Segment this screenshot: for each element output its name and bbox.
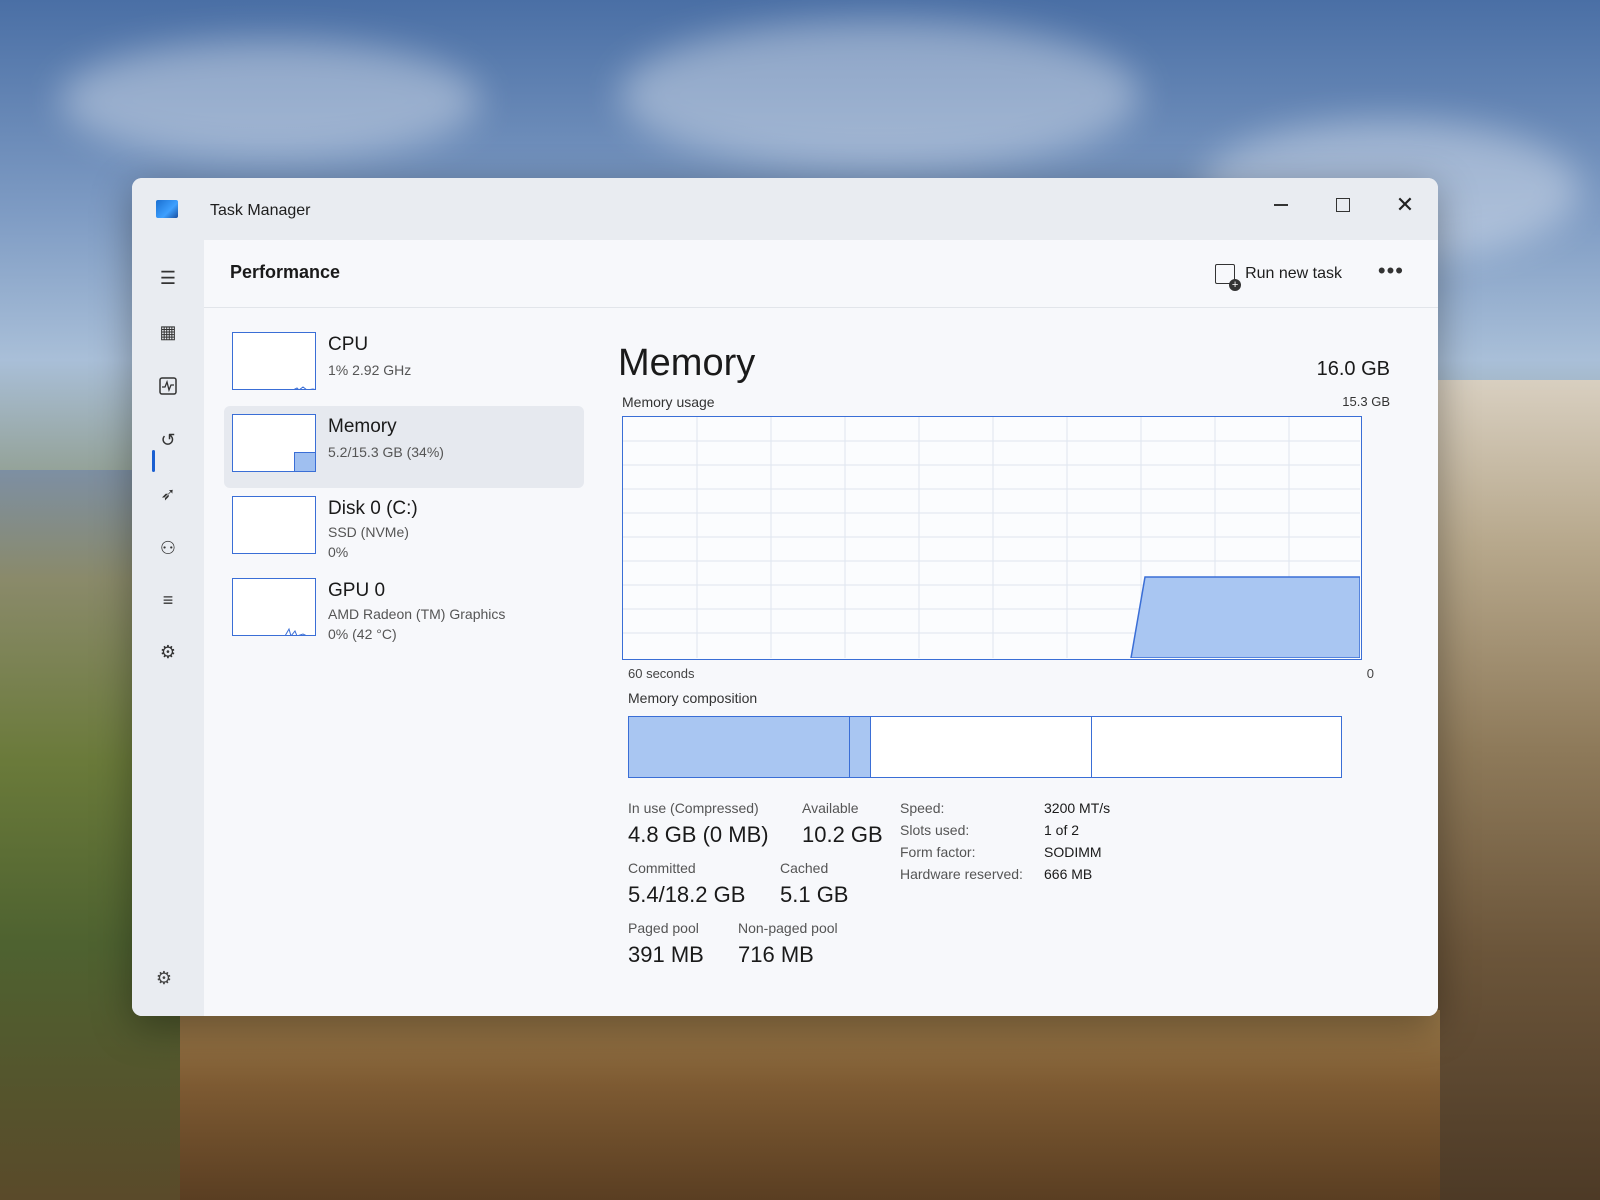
maximize-icon [1336,198,1350,212]
form-factor-label: Form factor: [900,844,976,860]
page-title: Performance [230,262,341,282]
memory-usage-graph [622,416,1362,660]
minimize-icon [1274,204,1288,206]
performance-icon[interactable] [154,372,182,400]
in-use-label: In use (Compressed) [628,800,759,816]
paged-pool-label: Paged pool [628,920,699,936]
memory-total: 16.0 GB [1316,358,1390,380]
task-manager-window: Task Manager ✕ ☰ ▦ ↺ ➶ ⚇ ≡ ⚙ ⚙ Performan… [132,178,1438,1016]
device-name: Disk 0 (C:) [328,498,418,519]
device-item-disk[interactable]: Disk 0 (C:) SSD (NVMe) 0% [224,488,584,570]
task-manager-logo-icon [156,200,178,218]
device-detail: SSD (NVMe) [328,524,409,540]
sky-cloud [620,20,1140,170]
non-paged-pool-value: 716 MB [738,942,814,967]
processes-icon[interactable]: ▦ [154,318,182,346]
close-icon: ✕ [1395,192,1415,217]
composition-standby-segment [871,717,1092,777]
memory-composition-bar [628,716,1342,778]
slots-label: Slots used: [900,822,970,838]
gpu-thumbnail-graph [232,578,316,636]
device-list: CPU 1% 2.92 GHz Memory 5.2/15.3 GB (34%)… [224,324,584,652]
paged-pool-value: 391 MB [628,942,704,967]
more-options-button[interactable]: ••• [1378,258,1404,284]
window-title: Task Manager [210,202,311,219]
speed-value: 3200 MT/s [1044,800,1111,816]
startup-apps-icon[interactable]: ➶ [154,480,182,508]
device-name: Memory [328,416,397,437]
settings-icon[interactable]: ⚙ [152,966,176,990]
details-icon[interactable]: ≡ [154,586,182,614]
landscape-rock [180,1010,1440,1200]
device-name: GPU 0 [328,580,386,601]
maximize-button[interactable] [1320,188,1366,222]
cached-label: Cached [780,860,829,876]
hardware-reserved-value: 666 MB [1044,866,1093,882]
sky-cloud [60,40,480,160]
cpu-thumbnail-graph [232,332,316,390]
device-name: CPU [328,334,369,355]
navigation-rail: ☰ ▦ ↺ ➶ ⚇ ≡ ⚙ ⚙ [132,240,204,1016]
device-usage: 0% [328,544,349,560]
form-factor-value: SODIMM [1044,844,1102,860]
disk-thumbnail-graph [232,496,316,554]
device-detail: 5.2/15.3 GB (34%) [328,444,444,460]
page-header: Performance Run new task ••• [204,240,1438,308]
memory-usage-label: Memory usage [622,394,715,410]
non-paged-pool-label: Non-paged pool [738,920,838,936]
memory-title: Memory [618,342,756,384]
slots-value: 1 of 2 [1044,822,1080,838]
run-new-task-label: Run new task [1245,265,1342,282]
minimize-button[interactable] [1258,188,1304,222]
content-area: Performance Run new task ••• CPU 1% 2.92… [204,240,1438,1016]
device-item-gpu[interactable]: GPU 0 AMD Radeon (TM) Graphics 0% (42 °C… [224,570,584,652]
committed-label: Committed [628,860,696,876]
hamburger-menu-icon[interactable]: ☰ [154,264,182,292]
graph-time-label: 60 seconds [628,666,695,681]
committed-value: 5.4/18.2 GB [628,882,746,907]
device-item-memory[interactable]: Memory 5.2/15.3 GB (34%) [224,406,584,488]
run-new-task-button[interactable]: Run new task [1215,264,1342,291]
memory-usage-max: 15.3 GB [1342,394,1390,409]
title-bar[interactable]: Task Manager ✕ [132,178,1438,240]
device-detail: 1% 2.92 GHz [328,362,412,378]
memory-thumbnail-graph [232,414,316,472]
cached-value: 5.1 GB [780,882,849,907]
available-value: 10.2 GB [802,822,883,847]
device-detail: AMD Radeon (TM) Graphics [328,606,506,622]
services-icon[interactable]: ⚙ [154,638,182,666]
composition-in-use-segment [629,717,850,777]
run-new-task-icon [1215,264,1242,291]
composition-modified-segment [849,717,872,777]
device-item-cpu[interactable]: CPU 1% 2.92 GHz [224,324,584,406]
graph-zero-label: 0 [1366,666,1374,681]
memory-composition-label: Memory composition [628,690,758,706]
in-use-value: 4.8 GB (0 MB) [628,822,769,847]
memory-thumbnail-fill [293,451,315,471]
device-usage: 0% (42 °C) [328,626,397,642]
available-label: Available [802,800,859,816]
app-history-icon[interactable]: ↺ [154,426,182,454]
memory-usage-area [1130,576,1361,659]
users-icon[interactable]: ⚇ [154,534,182,562]
hardware-reserved-label: Hardware reserved: [900,866,1023,882]
close-button[interactable]: ✕ [1382,188,1428,222]
speed-label: Speed: [900,800,945,816]
